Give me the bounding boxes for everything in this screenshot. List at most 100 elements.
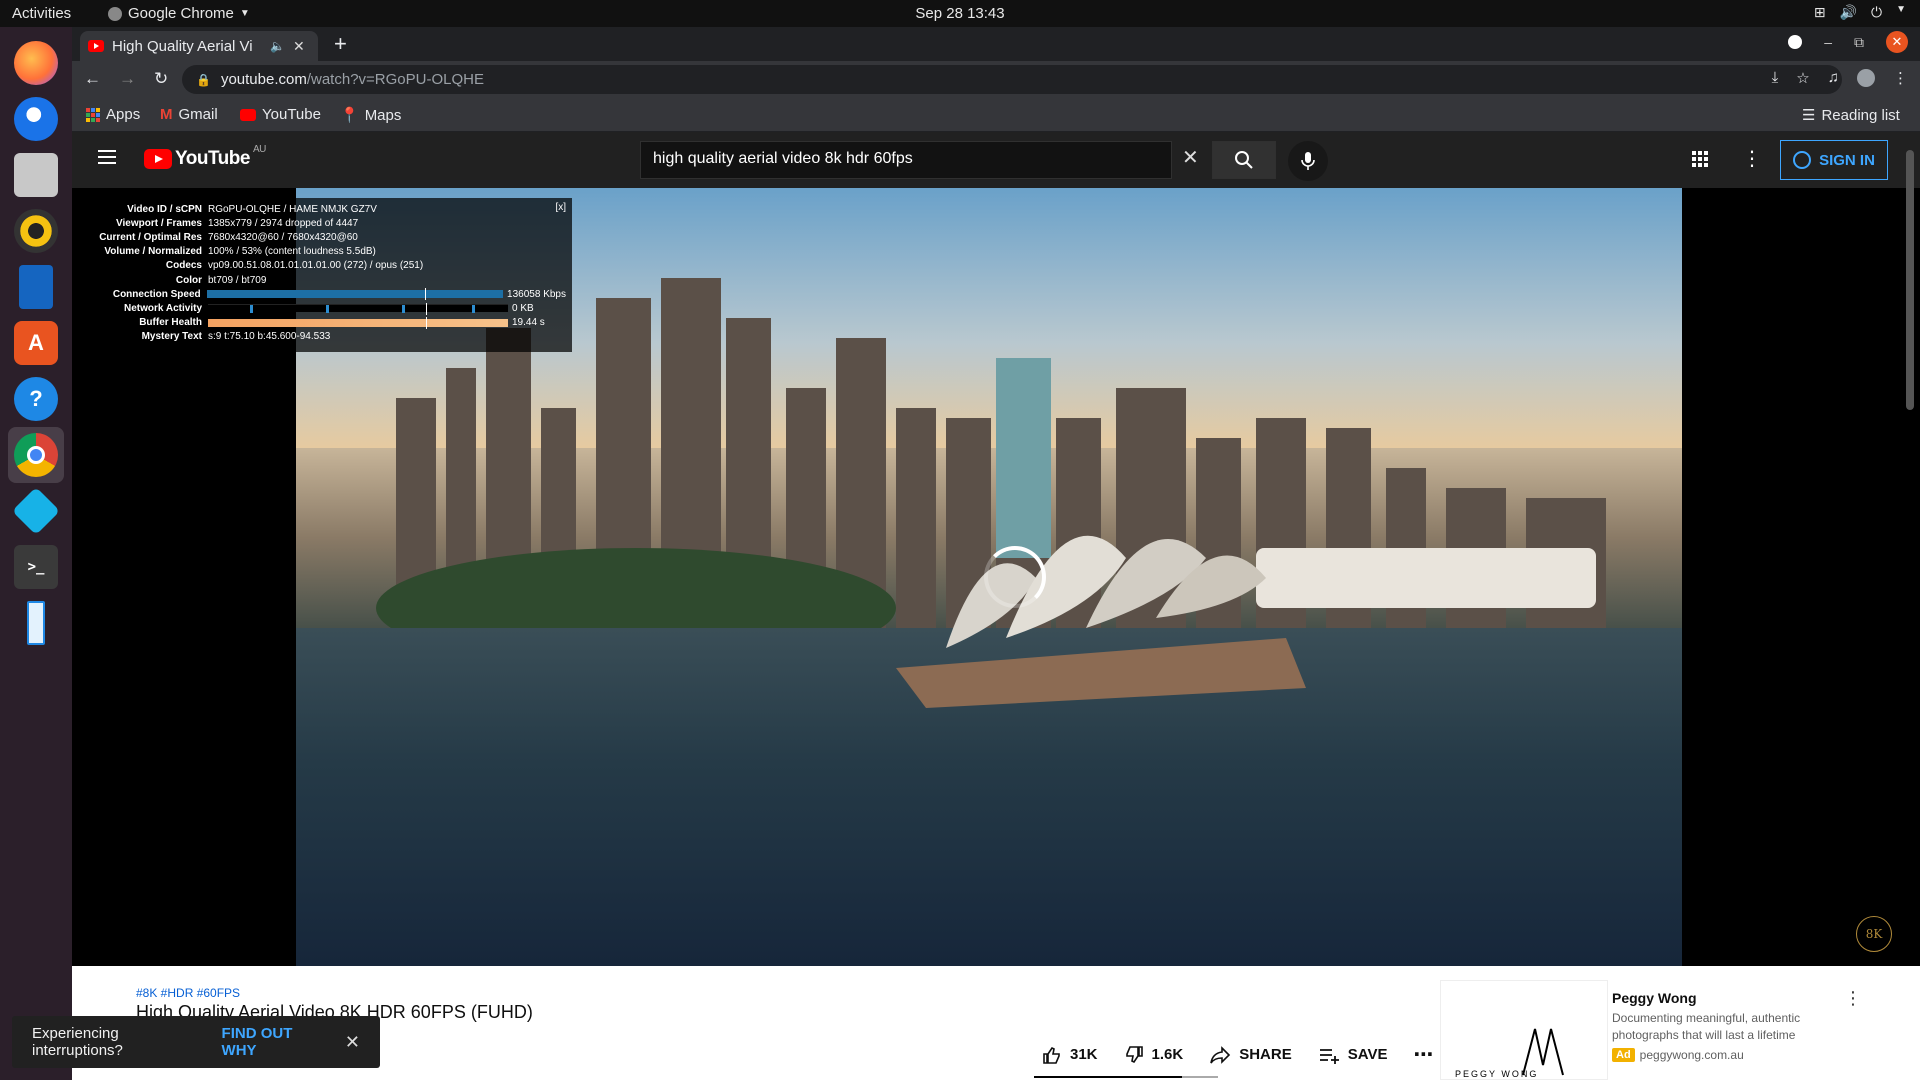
dock-writer[interactable] [8, 259, 64, 315]
youtube-header: YouTube AU high quality aerial video 8k … [72, 132, 1920, 188]
media-controls-icon[interactable]: ♫ [1828, 69, 1839, 87]
new-tab-button[interactable]: + [334, 31, 347, 57]
help-icon: ? [14, 377, 58, 421]
close-window-button[interactable]: ✕ [1886, 31, 1908, 53]
like-button[interactable]: 31K [1042, 1045, 1098, 1065]
url-domain: youtube.com [220, 71, 307, 88]
dislike-ratio-bar [1182, 1076, 1218, 1078]
stats-value: 19.44 s [512, 317, 545, 329]
close-tab-icon[interactable]: ✕ [293, 38, 305, 55]
tab-title: High Quality Aerial Vi [112, 37, 253, 55]
ad-link[interactable]: Ad peggywong.com.au [1612, 1048, 1744, 1062]
profile-avatar-icon[interactable] [1857, 69, 1875, 87]
ad-thumbnail[interactable]: PEGGY WONG [1440, 980, 1608, 1080]
dock-terminal[interactable]: >_ [8, 539, 64, 595]
bookmark-gmail[interactable]: M Gmail [160, 106, 218, 123]
youtube-logo-text: YouTube [175, 148, 250, 169]
hamburger-menu-icon[interactable] [98, 150, 116, 164]
app-menu-label: Google Chrome [128, 5, 234, 22]
microphone-icon [1301, 152, 1315, 170]
address-bar[interactable]: 🔒 youtube.com/watch?v=RGoPU-OLQHE [182, 65, 1842, 94]
bookmark-youtube[interactable]: YouTube [240, 106, 321, 123]
save-button[interactable]: SAVE [1318, 1045, 1387, 1065]
stats-close-button[interactable]: [x] [555, 202, 566, 213]
ad-advertiser-name[interactable]: Peggy Wong [1612, 990, 1697, 1006]
install-app-icon[interactable]: ⤓ [1772, 69, 1779, 87]
stats-value: 7680x4320@60 / 7680x4320@60 [208, 231, 358, 243]
tab-youtube[interactable]: High Quality Aerial Vi 🔈 ✕ [80, 31, 318, 61]
dislike-button[interactable]: 1.6K [1124, 1045, 1183, 1065]
gmail-icon: M [160, 106, 173, 123]
stats-key: Network Activity [124, 302, 202, 314]
stats-row: Network Activity 0 KB [88, 301, 566, 316]
stats-row: Mystery Text s:9 t:75.10 b:45.600-94.533 [88, 330, 566, 344]
dock-thermometer-app[interactable] [8, 595, 64, 651]
dock-firefox[interactable] [8, 35, 64, 91]
stats-key: Codecs [165, 260, 202, 272]
system-tray[interactable]: ⊞ 🔊 ⏻ ▼ [1814, 4, 1906, 21]
video-player[interactable]: 8K [x] Video ID / sCPN RGoPU-OLQHE / HAME… [72, 188, 1920, 966]
kodi-icon [11, 486, 61, 536]
bookmark-star-icon[interactable]: ☆ [1796, 69, 1809, 87]
more-actions-icon[interactable]: ⋯ [1413, 1042, 1433, 1067]
stats-key: Volume / Normalized [104, 246, 202, 258]
sponsored-ad[interactable]: PEGGY WONG Peggy Wong Documenting meanin… [1440, 980, 1880, 1080]
restore-button[interactable]: ⧉ [1854, 34, 1864, 51]
writer-icon [19, 265, 53, 309]
lock-icon: 🔒 [196, 72, 211, 87]
close-toast-icon[interactable]: ✕ [345, 1032, 360, 1053]
activities-button[interactable]: Activities [12, 5, 71, 22]
channel-watermark[interactable]: 8K [1856, 916, 1892, 952]
loading-spinner [984, 546, 1046, 608]
dock-help[interactable]: ? [8, 371, 64, 427]
dock-thunderbird[interactable] [8, 91, 64, 147]
share-label: SHARE [1239, 1046, 1292, 1063]
stats-value: 100% / 53% (content loudness 5.5dB) [208, 246, 376, 258]
stats-row: Connection Speed 136058 Kbps [88, 287, 566, 301]
voice-search-button[interactable] [1288, 141, 1328, 181]
bookmark-apps[interactable]: Apps [86, 106, 140, 123]
youtube-logo[interactable]: YouTube AU [144, 144, 266, 170]
clock[interactable]: Sep 28 13:43 [915, 5, 1004, 22]
app-menu[interactable]: Google Chrome ▼ [108, 5, 250, 22]
tab-search-icon[interactable] [1788, 35, 1803, 49]
reload-button[interactable]: ↻ [154, 69, 168, 89]
dock-rhythmbox[interactable] [8, 203, 64, 259]
ad-url: peggywong.com.au [1639, 1048, 1744, 1062]
youtube-apps-icon[interactable] [1692, 151, 1708, 167]
network-icon: ⊞ [1813, 4, 1826, 20]
volume-icon: 🔊 [1839, 4, 1858, 20]
back-button[interactable]: ← [84, 69, 101, 89]
video-actions: 31K 1.6K SHARE SAVE ⋯ [1042, 1042, 1433, 1067]
stats-key: Mystery Text [141, 331, 202, 343]
settings-more-icon[interactable]: ⋮ [1742, 146, 1762, 171]
find-out-why-link[interactable]: FIND OUT WHY [222, 1025, 323, 1059]
dock-kodi[interactable] [8, 483, 64, 539]
ad-menu-icon[interactable]: ⋮ [1844, 988, 1862, 1009]
network-activity-graph [208, 303, 508, 316]
stats-value: bt709 / bt709 [208, 274, 267, 286]
reading-list-icon: ☰ [1802, 107, 1816, 124]
dock-software[interactable]: A [8, 315, 64, 371]
video-hashtags[interactable]: #8K #HDR #60FPS [136, 986, 240, 1000]
stats-value: vp09.00.51.08.01.01.01.01.00 (272) / opu… [208, 260, 424, 272]
search-input[interactable]: high quality aerial video 8k hdr 60fps [640, 141, 1172, 179]
audio-playing-icon[interactable]: 🔈 [270, 39, 285, 53]
bookmark-maps[interactable]: 📍 Maps [340, 106, 401, 125]
chrome-menu-icon[interactable]: ⋮ [1893, 69, 1908, 87]
stats-row: Volume / Normalized 100% / 53% (content l… [88, 245, 566, 259]
sign-in-button[interactable]: SIGN IN [1780, 140, 1888, 180]
forward-button[interactable]: → [119, 69, 136, 89]
search-button[interactable] [1212, 141, 1276, 179]
page-scrollbar[interactable] [1906, 150, 1914, 410]
toast-message: Experiencing interruptions? [32, 1025, 123, 1059]
stats-key: Video ID / sCPN [127, 203, 202, 215]
minimize-button[interactable]: – [1824, 34, 1832, 50]
ad-thumbnail-text: PEGGY WONG [1455, 1069, 1539, 1079]
reading-list-button[interactable]: ☰ Reading list [1802, 106, 1900, 125]
dock-files[interactable] [8, 147, 64, 203]
share-button[interactable]: SHARE [1209, 1045, 1292, 1065]
clear-search-icon[interactable]: ✕ [1182, 145, 1199, 170]
url-path: /watch?v=RGoPU-OLQHE [306, 71, 484, 88]
dock-chrome[interactable] [8, 427, 64, 483]
